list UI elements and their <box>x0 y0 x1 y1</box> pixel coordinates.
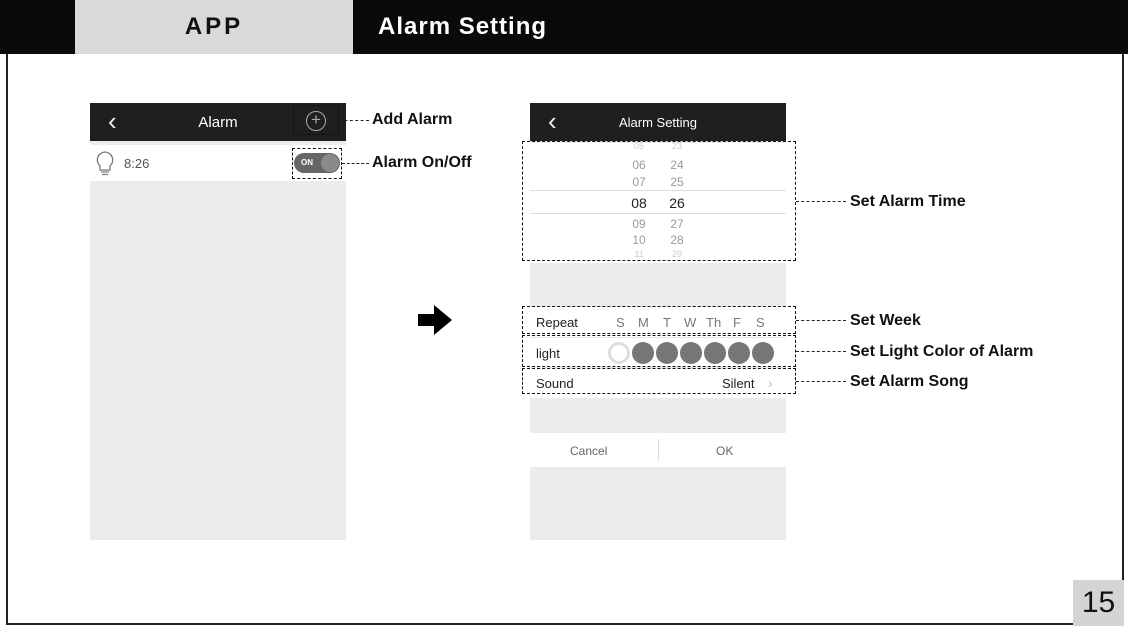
time-picker-leader <box>796 201 846 202</box>
add-alarm-leader <box>339 120 369 121</box>
action-bar: Cancel OK <box>530 433 786 467</box>
alarm-on-off-callout: Alarm On/Off <box>372 154 472 171</box>
set-light-color-callout: Set Light Color of Alarm <box>850 343 1034 360</box>
alarm-toggle-highlight <box>292 148 342 179</box>
action-divider <box>658 439 659 461</box>
light-bulb-icon <box>96 151 114 176</box>
section-tab: APP <box>75 0 353 54</box>
right-arrow-icon <box>418 305 452 335</box>
ok-button[interactable]: OK <box>716 444 733 458</box>
alarm-toggle-leader <box>342 163 369 164</box>
set-alarm-time-callout: Set Alarm Time <box>850 193 966 210</box>
page-number: 15 <box>1073 580 1124 626</box>
light-highlight <box>522 335 796 367</box>
setting-nav-title: Alarm Setting <box>618 115 698 130</box>
add-alarm-highlight <box>293 105 339 135</box>
setting-nav-bar: ‹ Alarm Setting <box>530 103 786 141</box>
page-title: Alarm Setting <box>378 13 548 40</box>
time-picker-highlight <box>522 141 796 261</box>
cancel-button[interactable]: Cancel <box>570 444 607 458</box>
alarm-time-text: 8:26 <box>124 156 150 171</box>
sound-leader <box>796 381 846 382</box>
repeat-leader <box>796 320 846 321</box>
add-alarm-callout: Add Alarm <box>372 111 453 128</box>
light-leader <box>796 351 846 352</box>
set-alarm-song-callout: Set Alarm Song <box>850 373 969 390</box>
set-week-callout: Set Week <box>850 312 921 329</box>
repeat-highlight <box>522 306 796 334</box>
sound-highlight <box>522 368 796 394</box>
